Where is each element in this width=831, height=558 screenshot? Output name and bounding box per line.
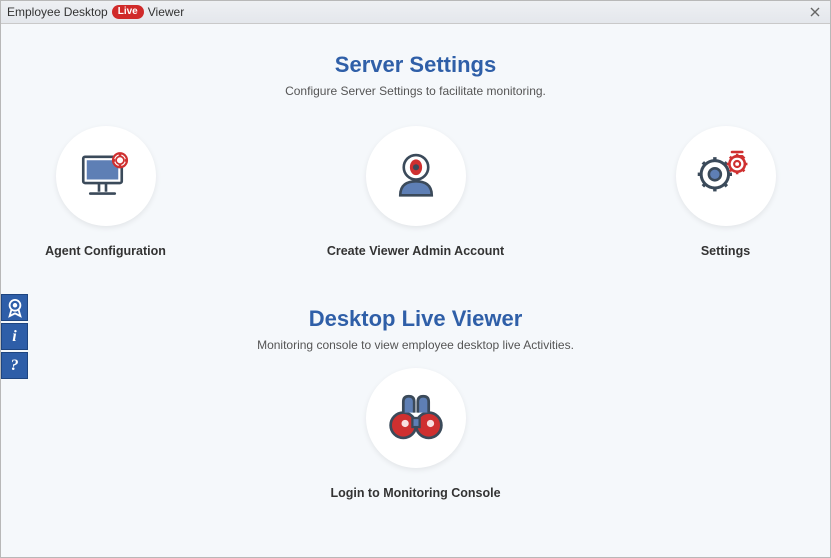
titlebar: Employee Desktop Live Viewer [1,1,830,24]
side-rail: i ? [1,294,28,379]
login-monitoring-console-label: Login to Monitoring Console [330,486,500,500]
monitor-icon [56,126,156,226]
login-monitoring-console-card[interactable]: Login to Monitoring Console [321,368,511,500]
viewer-row: Login to Monitoring Console [1,368,830,500]
desktop-live-viewer-title: Desktop Live Viewer [1,306,830,332]
settings-card[interactable]: Settings [631,126,821,258]
agent-configuration-label: Agent Configuration [45,244,166,258]
admin-user-icon [366,126,466,226]
help-char: ? [11,357,19,375]
close-button[interactable] [806,4,824,20]
desktop-live-viewer-subtitle: Monitoring console to view employee desk… [1,338,830,352]
title-prefix: Employee Desktop [7,5,108,19]
server-settings-title: Server Settings [1,52,830,78]
info-button[interactable]: i [1,323,28,350]
server-settings-row: Agent Configuration Create Viewer Admin … [1,126,830,258]
live-badge: Live [112,5,144,19]
title-suffix: Viewer [148,5,184,19]
app-window: Employee Desktop Live Viewer Server Sett… [0,0,831,558]
content-area: Server Settings Configure Server Setting… [1,24,830,557]
award-button[interactable] [1,294,28,321]
settings-label: Settings [701,244,750,258]
window-title: Employee Desktop Live Viewer [7,5,184,19]
server-settings-subtitle: Configure Server Settings to facilitate … [1,84,830,98]
agent-configuration-card[interactable]: Agent Configuration [11,126,201,258]
create-viewer-admin-label: Create Viewer Admin Account [327,244,504,258]
help-button[interactable]: ? [1,352,28,379]
create-viewer-admin-card[interactable]: Create Viewer Admin Account [321,126,511,258]
info-char: i [12,328,16,346]
binoculars-icon [366,368,466,468]
gear-icon [676,126,776,226]
